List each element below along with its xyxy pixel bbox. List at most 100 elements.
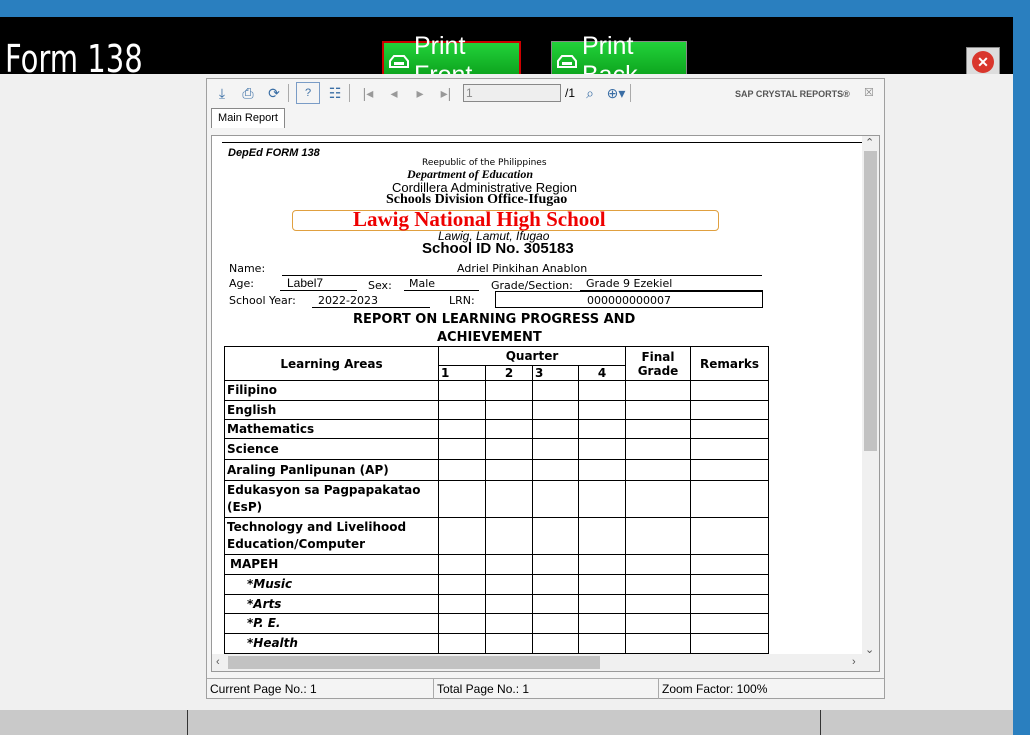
subject-row: Technology and Livelihood Education/Comp… — [224, 517, 769, 555]
grade-cell — [532, 613, 579, 634]
grade-cell — [485, 633, 533, 654]
grade-cell — [625, 419, 691, 439]
grade-cell — [438, 613, 486, 634]
grade-cell — [532, 480, 579, 518]
page-number-input[interactable]: 1 — [463, 84, 561, 102]
subject-name: Mathematics — [224, 419, 439, 439]
final-grade-line-2: Grade — [637, 363, 679, 378]
grade-cell — [578, 613, 626, 634]
subject-row: Filipino — [224, 380, 769, 401]
grade-cell — [532, 517, 579, 555]
subject-row: English — [224, 400, 769, 420]
grade-cell — [532, 438, 579, 460]
grade-cell — [625, 438, 691, 460]
grade-cell — [485, 594, 533, 614]
grade-cell — [625, 459, 691, 481]
grade-cell — [532, 380, 579, 401]
grade-cell — [578, 480, 626, 518]
final-grade-header: Final Grade — [625, 346, 691, 381]
subject-name: Araling Panlipunan (AP) — [224, 459, 439, 481]
grades-table: Learning Areas Quarter Final Grade Remar… — [224, 346, 769, 654]
toolbar-separator — [349, 84, 350, 102]
group-tree-icon[interactable]: ☷ — [324, 83, 346, 103]
subject-name: MAPEH — [224, 554, 439, 575]
grade-cell — [690, 459, 769, 481]
grade-cell — [438, 480, 486, 518]
sex-value: Male — [409, 277, 436, 290]
subject-name: Edukasyon sa Pagpapakatao (EsP) — [224, 480, 439, 518]
page-total: /1 — [565, 86, 576, 100]
form-label: DepEd FORM 138 — [228, 147, 320, 159]
subject-row: *Arts — [224, 594, 769, 614]
status-bar: Current Page No.: 1 Total Page No.: 1 Zo… — [207, 678, 884, 699]
name-value: Adriel Pinkihan Anablon — [457, 262, 588, 275]
name-label: Name: — [229, 262, 266, 275]
zoom-icon[interactable]: ⊕▾ — [605, 83, 627, 103]
grade-cell — [532, 633, 579, 654]
horizontal-scroll-thumb[interactable] — [228, 656, 600, 669]
horizontal-scrollbar[interactable]: ‹ › — [212, 654, 879, 671]
subject-row: MAPEH — [224, 554, 769, 575]
grade-cell — [625, 400, 691, 420]
first-page-icon[interactable]: |◂ — [357, 83, 379, 103]
age-label: Age: — [229, 277, 254, 290]
report-title-line-1: REPORT ON LEARNING PROGRESS AND — [353, 312, 636, 327]
grade-cell — [485, 400, 533, 420]
name-underline — [282, 275, 762, 276]
subject-rows: Filipino English Mathematics Science Araling… — [224, 380, 769, 654]
grade-cell — [438, 517, 486, 555]
lrn-value: 000000000007 — [495, 291, 763, 308]
grade-cell — [532, 554, 579, 575]
grade-cell — [625, 594, 691, 614]
grade-cell — [438, 574, 486, 595]
window-right-strip — [1013, 17, 1030, 735]
learning-areas-header: Learning Areas — [224, 346, 439, 381]
toolbar-separator — [630, 84, 632, 102]
last-page-icon[interactable]: ▸| — [435, 83, 457, 103]
next-page-icon[interactable]: ▸ — [409, 83, 431, 103]
refresh-icon[interactable]: ⟳ — [263, 83, 285, 103]
grade-cell — [690, 594, 769, 614]
bottom-bar — [0, 710, 1013, 735]
grade-cell — [532, 574, 579, 595]
grade-cell — [485, 517, 533, 555]
sex-label: Sex: — [368, 279, 392, 292]
remarks-header: Remarks — [690, 346, 769, 381]
printer-icon — [556, 47, 578, 76]
previous-page-icon[interactable]: ◂ — [383, 83, 405, 103]
grade-cell — [690, 574, 769, 595]
print-icon[interactable]: ⎙ — [237, 83, 259, 103]
division-line: Schools Division Office-Ifugao — [386, 192, 568, 207]
quarter-3-header: 3 — [532, 365, 579, 381]
grade-cell — [438, 459, 486, 481]
export-icon[interactable]: ⤓ — [211, 83, 233, 103]
grade-cell — [438, 400, 486, 420]
close-button[interactable]: ✕ — [966, 47, 1000, 77]
scroll-up-icon[interactable]: ⌃ — [865, 136, 874, 149]
current-page-status: Current Page No.: 1 — [207, 679, 434, 699]
grade-cell — [532, 400, 579, 420]
scroll-left-icon[interactable]: ‹ — [216, 656, 220, 668]
grade-cell — [485, 480, 533, 518]
grade-cell — [485, 574, 533, 595]
subject-row: Mathematics — [224, 419, 769, 439]
grade-cell — [578, 400, 626, 420]
zoom-status: Zoom Factor: 100% — [662, 682, 768, 696]
vertical-scroll-thumb[interactable] — [864, 151, 877, 451]
report-area: DepEd FORM 138 Reepublic of the Philippi… — [211, 135, 880, 672]
window-top-strip — [0, 0, 1030, 17]
grade-cell — [690, 380, 769, 401]
total-page-status: Total Page No.: 1 — [434, 679, 659, 699]
find-icon[interactable]: ⌕ — [579, 83, 601, 103]
toggle-parameter-panel-icon[interactable]: ? — [296, 82, 320, 104]
close-tab-icon[interactable]: ☒ — [864, 86, 874, 99]
printer-icon — [388, 47, 410, 76]
quarter-4-header: 4 — [578, 365, 626, 381]
age-value: Label7 — [287, 276, 324, 290]
tab-main-report[interactable]: Main Report — [211, 108, 285, 128]
scroll-right-icon[interactable]: › — [852, 656, 856, 668]
grade-cell — [438, 594, 486, 614]
subject-name: Technology and Livelihood Education/Comp… — [224, 517, 439, 555]
toolbar-separator — [288, 84, 289, 102]
vertical-scrollbar[interactable]: ⌃ ⌄ — [862, 136, 879, 656]
